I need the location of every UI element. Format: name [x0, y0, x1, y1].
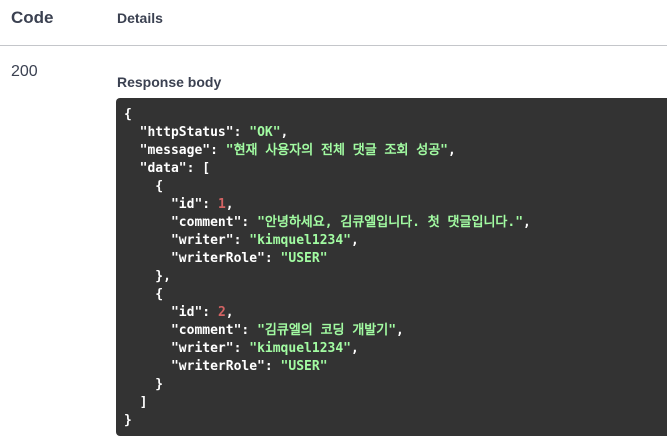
- code-column-header: Code: [11, 8, 54, 27]
- comment-id-value: 2: [217, 305, 226, 320]
- writer-role-value: USER: [288, 251, 320, 266]
- response-status-code: 200: [11, 63, 38, 80]
- comment-id-value: 1: [217, 197, 226, 212]
- http-status-value: OK: [257, 125, 273, 140]
- response-body-json: { "httpStatus": "OK", "message": "현재 사용자…: [124, 107, 531, 428]
- response-body-label: Response body: [117, 74, 222, 90]
- details-column-header: Details: [117, 10, 163, 26]
- writer-value: kimquel1234: [257, 233, 344, 248]
- responses-table-header: Code Details: [0, 0, 667, 46]
- writer-value: kimquel1234: [257, 341, 344, 356]
- comment-text-value: 김큐엘의 코딩 개발기: [264, 323, 389, 338]
- message-value: 현재 사용자의 전체 댓글 조회 성공: [233, 143, 441, 158]
- comment-text-value: 안녕하세요, 김큐엘입니다. 첫 댓글입니다.: [264, 215, 516, 230]
- response-body-code-block[interactable]: { "httpStatus": "OK", "message": "현재 사용자…: [116, 98, 667, 436]
- writer-role-value: USER: [288, 359, 320, 374]
